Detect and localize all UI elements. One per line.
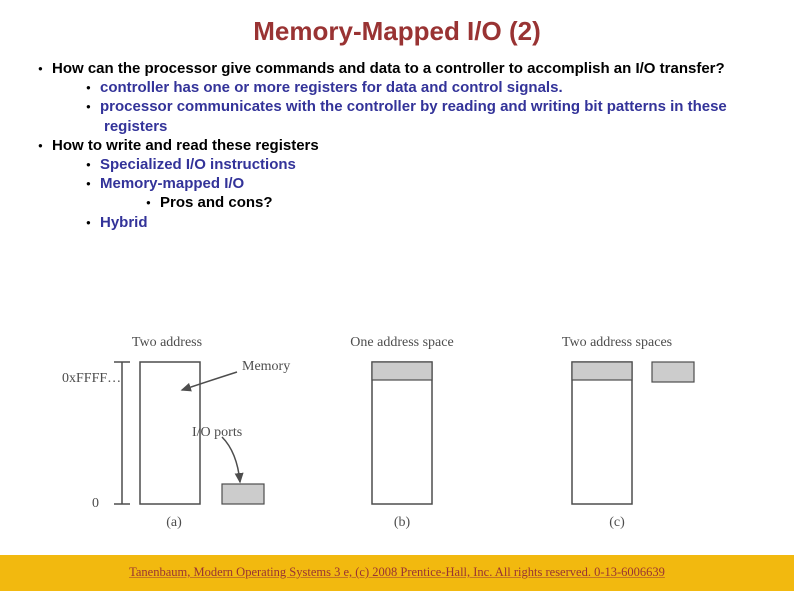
bullet-hybrid: Hybrid xyxy=(104,213,766,232)
subcaption-a: (a) xyxy=(166,515,182,530)
bullet-how-write-read: How to write and read these registers Sp… xyxy=(56,136,766,232)
io-ports-box-c xyxy=(652,362,694,382)
label-hex-max: 0xFFFF… xyxy=(62,371,121,386)
address-space-figure: Two address One address space Two addres… xyxy=(62,332,742,532)
label-two-address-spaces: Two address spaces xyxy=(562,335,672,350)
label-zero: 0 xyxy=(92,496,99,511)
io-region-c-top xyxy=(572,362,632,380)
subfigure-a: Memory I/O ports (a) xyxy=(114,359,290,530)
label-one-address-space: One address space xyxy=(350,335,453,350)
label-two-address: Two address xyxy=(132,335,202,350)
bullet-processor-communicates: processor communicates with the controll… xyxy=(104,97,766,135)
slide-body: How can the processor give commands and … xyxy=(0,47,794,232)
subcaption-b: (b) xyxy=(394,515,411,530)
slide: Memory-Mapped I/O (2) How can the proces… xyxy=(0,0,794,595)
label-io-ports: I/O ports xyxy=(192,425,242,440)
bullet-controller-registers: controller has one or more registers for… xyxy=(104,78,766,97)
io-ports-box-a xyxy=(222,484,264,504)
subfigure-b: (b) xyxy=(372,362,432,530)
slide-title: Memory-Mapped I/O (2) xyxy=(0,0,794,47)
bullet-memory-mapped-io: Memory-mapped I/O Pros and cons? xyxy=(104,174,766,212)
bullet-specialized-io: Specialized I/O instructions xyxy=(104,155,766,174)
label-memory: Memory xyxy=(242,359,290,374)
subfigure-c: (c) xyxy=(572,362,694,530)
footer-bar: Tanenbaum, Modern Operating Systems 3 e,… xyxy=(0,555,794,591)
bullet-question-commands: How can the processor give commands and … xyxy=(56,59,766,136)
footer-citation: Tanenbaum, Modern Operating Systems 3 e,… xyxy=(0,555,794,580)
io-region-b xyxy=(372,362,432,380)
bullet-pros-cons: Pros and cons? xyxy=(164,193,766,212)
subcaption-c: (c) xyxy=(609,515,625,530)
